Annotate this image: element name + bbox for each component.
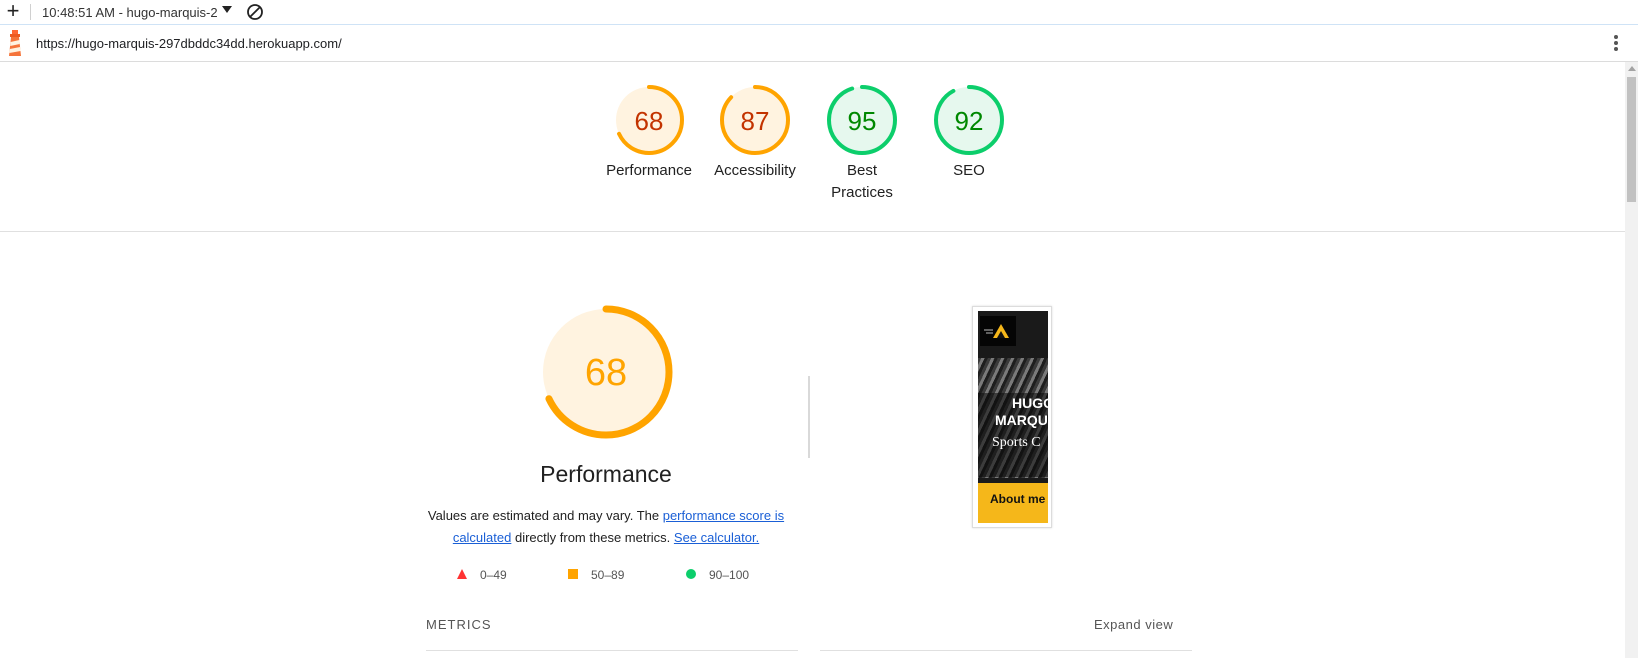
gauge-score: 92	[955, 106, 984, 136]
screenshot-heading-line1: HUGO	[1012, 395, 1048, 411]
see-calculator-link[interactable]: See calculator.	[674, 530, 759, 545]
screenshot-about-button: About me	[978, 483, 1048, 523]
circle-icon	[686, 569, 696, 579]
screenshot-about-label: About me	[990, 492, 1046, 506]
site-logo	[980, 316, 1016, 346]
legend-fail: 0–49	[456, 568, 507, 582]
screenshot-heading-line2: MARQU	[995, 412, 1048, 428]
report-toolbar: + 10:48:51 AM - hugo-marquis-2	[0, 0, 1638, 25]
lighthouse-icon	[9, 30, 21, 56]
plus-icon[interactable]: +	[3, 0, 23, 23]
url-bar: https://hugo-marquis-297dbddc34dd.heroku…	[0, 25, 1638, 62]
desc-text: Values are estimated and may vary. The	[427, 508, 663, 523]
chevron-down-icon[interactable]	[222, 6, 232, 13]
expand-view-toggle[interactable]: Expand view	[1094, 617, 1173, 632]
triangle-icon	[457, 569, 467, 579]
section-divider	[0, 231, 1625, 232]
gauge-best-practices-ring: 95	[827, 85, 897, 155]
gauge-score: 68	[635, 106, 664, 136]
gauge-best-practices[interactable]: 95 Best Practices	[807, 84, 917, 204]
performance-main-gauge: 68	[539, 305, 673, 439]
gauge-score: 87	[741, 106, 770, 136]
screenshot-subtitle: Sports C	[992, 435, 1041, 450]
scroll-up-arrow-icon[interactable]	[1628, 66, 1636, 71]
legend-range: 50–89	[591, 568, 625, 582]
gauge-score: 95	[848, 106, 877, 136]
legend-range: 0–49	[480, 568, 507, 582]
legend-pass: 90–100	[685, 568, 749, 582]
site-logo-icon	[984, 324, 1009, 338]
metrics-heading: METRICS	[426, 617, 492, 632]
square-icon	[568, 569, 578, 579]
scrollbar[interactable]	[1625, 62, 1638, 658]
performance-score: 68	[585, 352, 627, 394]
gauge-label: Best Practices	[831, 162, 893, 201]
legend-average: 50–89	[567, 568, 624, 582]
block-icon[interactable]	[246, 3, 264, 21]
metrics-divider-left	[426, 650, 798, 651]
metrics-divider-right	[820, 650, 1192, 651]
gauge-label: Accessibility	[714, 162, 796, 179]
performance-title: Performance	[540, 461, 672, 487]
final-screenshot[interactable]: HUGO MARQU Sports C About me	[972, 306, 1052, 528]
gauge-seo[interactable]: 92 SEO	[914, 84, 1024, 182]
screenshot-content: HUGO MARQU Sports C About me	[978, 311, 1048, 523]
vertical-divider	[808, 376, 810, 458]
gauge-performance[interactable]: 68 Performance	[594, 84, 704, 182]
gauge-performance-ring: 68	[614, 85, 684, 155]
desc-text: directly from these metrics.	[511, 530, 674, 545]
scrollbar-thumb[interactable]	[1627, 77, 1636, 202]
report-select[interactable]: 10:48:51 AM - hugo-marquis-2	[42, 5, 230, 20]
kebab-menu-icon[interactable]	[1608, 33, 1624, 55]
toolbar-divider	[30, 4, 31, 20]
performance-description: Values are estimated and may vary. The p…	[420, 505, 792, 549]
gauge-accessibility[interactable]: 87 Accessibility	[700, 84, 810, 182]
gauge-accessibility-ring: 87	[720, 85, 790, 155]
gauge-label: SEO	[953, 162, 985, 179]
page-url: https://hugo-marquis-297dbddc34dd.heroku…	[36, 36, 342, 51]
gauge-label: Performance	[606, 162, 692, 179]
gauge-seo-ring: 92	[934, 85, 1004, 155]
legend-range: 90–100	[709, 568, 750, 582]
